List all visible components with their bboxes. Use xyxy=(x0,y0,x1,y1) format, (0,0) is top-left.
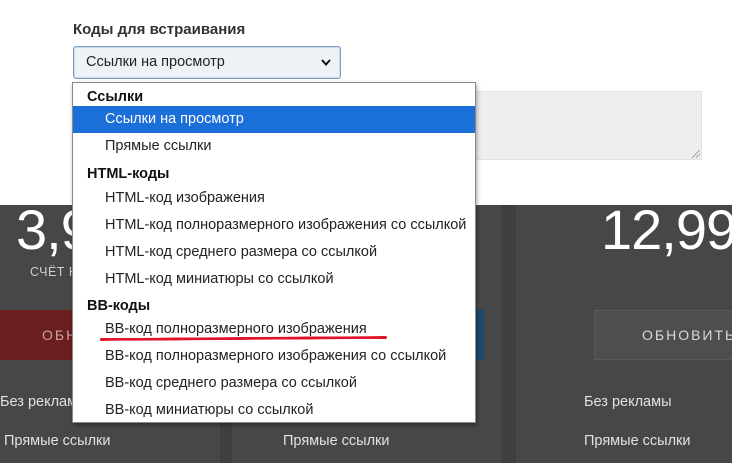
option-html-thumb-link[interactable]: HTML-код миниатюры со ссылкой xyxy=(73,266,475,293)
embed-code-dropdown-list: Ссылки Ссылки на просмотр Прямые ссылки … xyxy=(72,82,476,423)
optgroup-html: HTML-коды xyxy=(87,166,170,182)
upgrade-button-right-label: ОБНОВИТЬ xyxy=(642,327,732,343)
option-bb-full-link[interactable]: BB-код полноразмерного изображения со сс… xyxy=(73,343,475,370)
option-html-medium-link[interactable]: HTML-код среднего размера со ссылкой xyxy=(73,239,475,266)
option-html-image[interactable]: HTML-код изображения xyxy=(73,185,475,212)
embed-code-select[interactable]: Ссылки на просмотр xyxy=(73,46,341,79)
option-direct-links[interactable]: Прямые ссылки xyxy=(73,133,475,160)
feature-middle-direct-links: Прямые ссылки xyxy=(283,433,390,449)
optgroup-bb: BB-коды xyxy=(87,298,151,314)
feature-left-direct-links: Прямые ссылки xyxy=(4,433,111,449)
option-view-links[interactable]: Ссылки на просмотр xyxy=(73,106,475,133)
select-value: Ссылки на просмотр xyxy=(86,54,225,70)
option-bb-medium-link[interactable]: BB-код среднего размера со ссылкой xyxy=(73,370,475,397)
embed-code-textarea[interactable] xyxy=(474,91,702,160)
upgrade-button-right[interactable]: ОБНОВИТЬ xyxy=(594,310,732,360)
option-bb-thumb-link[interactable]: BB-код миниатюры со ссылкой xyxy=(73,397,475,424)
optgroup-links: Ссылки xyxy=(87,89,144,105)
option-html-full-link[interactable]: HTML-код полноразмерного изображения со … xyxy=(73,212,475,239)
feature-right-no-ads: Без рекламы xyxy=(584,394,672,410)
embed-codes-label: Коды для встраивания xyxy=(73,21,246,38)
feature-right-direct-links: Прямые ссылки xyxy=(584,433,691,449)
price-right: 12,99 xyxy=(601,198,732,261)
resize-grip-icon[interactable] xyxy=(692,150,700,158)
